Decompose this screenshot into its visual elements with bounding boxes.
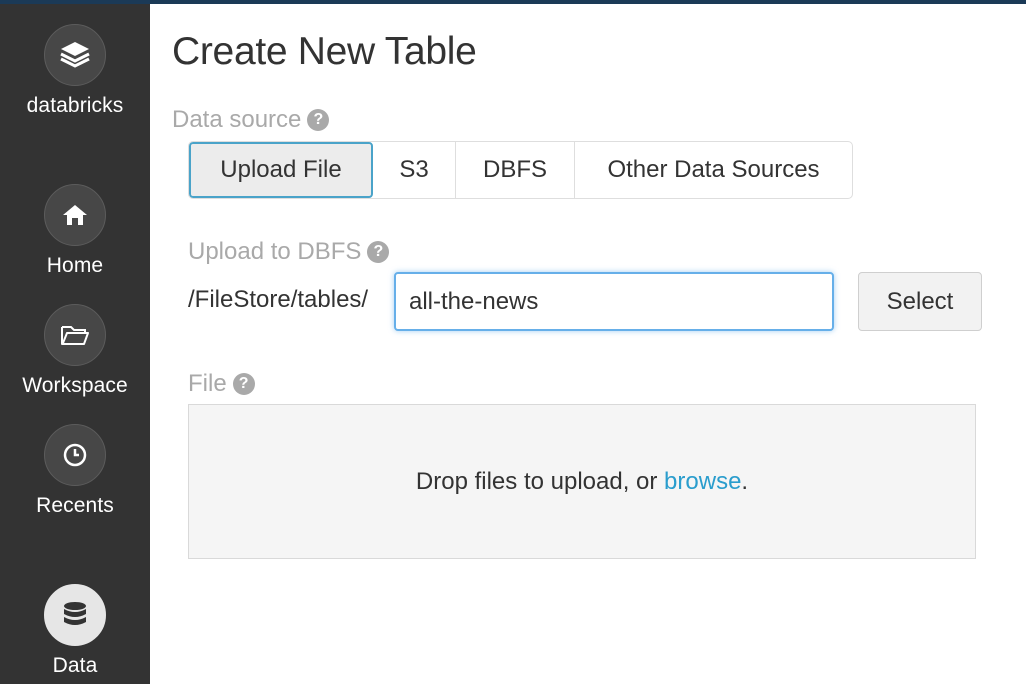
drop-instructions: Drop files to upload, or (415, 467, 665, 495)
dropzone-text: Drop files to upload, or browse. (416, 468, 748, 496)
file-label: File ? (188, 370, 255, 398)
sidebar: databricks Home Workspace Recents Data (0, 4, 150, 684)
brand-label: databricks (26, 94, 124, 117)
database-icon (44, 584, 106, 646)
sidebar-brand[interactable]: databricks (0, 24, 150, 118)
tab-other-data-sources[interactable]: Other Data Sources (575, 142, 852, 198)
sidebar-item-workspace[interactable]: Workspace (0, 304, 150, 398)
path-prefix: /FileStore/tables/ (188, 286, 369, 313)
help-icon[interactable]: ? (367, 241, 390, 263)
sidebar-item-data[interactable]: Data (0, 584, 150, 678)
sidebar-item-home[interactable]: Home (0, 184, 150, 278)
select-button[interactable]: Select (858, 272, 982, 331)
file-label-text: File (188, 370, 227, 397)
home-icon (44, 184, 106, 246)
data-source-label: Data source ? (172, 106, 330, 134)
browse-link[interactable]: browse (664, 468, 741, 495)
main-content: Create New Table Data source ? Upload Fi… (150, 4, 1026, 684)
tab-upload-file[interactable]: Upload File (189, 142, 373, 198)
sidebar-item-label: Data (52, 654, 98, 677)
help-icon[interactable]: ? (232, 373, 255, 395)
dropzone-period: . (741, 467, 749, 495)
folder-icon (44, 304, 106, 366)
help-icon[interactable]: ? (307, 109, 330, 131)
data-source-label-text: Data source (172, 106, 302, 133)
tab-dbfs[interactable]: DBFS (456, 142, 575, 198)
file-dropzone[interactable]: Drop files to upload, or browse. (188, 404, 976, 559)
databricks-logo-icon (44, 24, 106, 86)
sidebar-item-recents[interactable]: Recents (0, 424, 150, 518)
sidebar-item-label: Home (46, 254, 104, 277)
tab-s3[interactable]: S3 (373, 142, 456, 198)
sidebar-item-label: Recents (36, 494, 114, 517)
upload-to-dbfs-label: Upload to DBFS ? (188, 238, 390, 266)
data-source-tabs: Upload File S3 DBFS Other Data Sources (188, 141, 853, 199)
dbfs-path-input[interactable] (394, 272, 834, 331)
page-title: Create New Table (172, 30, 477, 73)
sidebar-item-label: Workspace (22, 374, 128, 397)
clock-icon (44, 424, 106, 486)
upload-to-dbfs-label-text: Upload to DBFS (188, 238, 362, 265)
